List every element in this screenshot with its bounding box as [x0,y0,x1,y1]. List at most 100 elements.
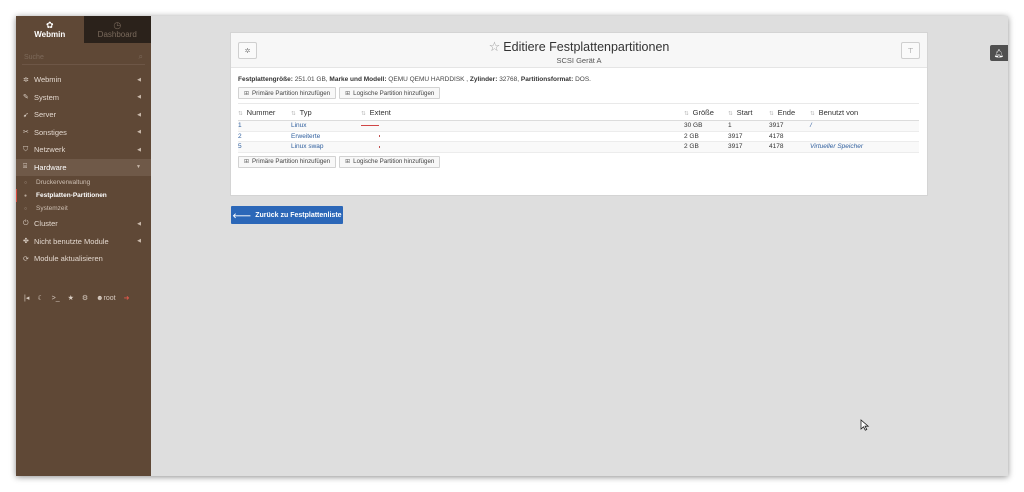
format-label: Partitionsformat: [520,76,574,83]
sidebar-toolbar: |◂ ☾ >_ ★ ⚙ ☻root ➜ [24,294,130,303]
model-label: Marke und Modell: [329,76,387,83]
cell-type[interactable]: Linux swap [291,141,361,153]
column-header-benutzt-von[interactable]: ⇅ Benutzt von [810,103,919,121]
cell-used-by [810,131,919,142]
page-title: ☆ Editiere Festplattenpartitionen [231,33,927,55]
cell-end: 3917 [769,120,810,132]
circle-icon: ○ [24,205,28,212]
cell-start: 1 [728,120,769,132]
cell-start: 3917 [728,141,769,153]
sidebar: ✿ Webmin ◷ Dashboard Suche ⌕ ✲ Webmin ◀ … [16,16,151,476]
notifications-button[interactable]: 🔔︎ [990,45,1008,61]
sort-icon: ⇅ [728,110,733,117]
tab-dashboard-label: Dashboard [97,30,137,39]
table-row: 5 Linux swap 2 GB 3917 4178 Virtueller S… [238,141,919,153]
sidebar-item-nicht-benutzte-module[interactable]: ✤ Nicht benutzte Module ◀ [16,233,151,251]
cell-end: 4178 [769,131,810,142]
logout-icon[interactable]: ➜ [124,294,130,302]
cell-number[interactable]: 5 [238,141,291,153]
cell-size: 2 GB [684,131,728,142]
sidebar-item-webmin[interactable]: ✲ Webmin ◀ [16,71,151,89]
plus-square-icon: ⊞ [244,159,250,165]
cell-type[interactable]: Linux [291,120,361,132]
cell-type[interactable]: Erweiterte [291,131,361,142]
wrench-icon: ✎ [23,94,29,102]
star-icon[interactable]: ★ [68,294,74,302]
filter-button[interactable]: ⊤ [901,42,920,59]
add-logical-partition-button[interactable]: ⊞ Logische Partition hinzufügen [339,87,441,99]
model-value: QEMU QEMU HARDDISK , [388,76,469,83]
search-input[interactable]: Suche [24,54,44,61]
column-header-label: Größe [692,107,714,117]
cell-used-by[interactable]: Virtueller Speicher [810,141,919,153]
sidebar-item-label: Server [34,110,57,120]
extent-bar [379,135,380,138]
column-header-label: Ende [777,107,796,117]
tab-dashboard[interactable]: ◷ Dashboard [83,16,151,43]
plus-square-icon: ⊞ [345,159,351,165]
sidebar-subitem-druckerverwaltung[interactable]: ○ Druckerverwaltung [16,176,151,189]
column-header-groesse[interactable]: ⇅ Größe [684,103,728,121]
sidebar-item-netzwerk[interactable]: ⛉ Netzwerk ◀ [16,141,151,159]
button-label: Logische Partition hinzufügen [353,89,435,97]
column-header-extent[interactable]: ⇅ Extent [361,103,684,121]
circle-icon: ○ [24,179,28,186]
tab-webmin[interactable]: ✿ Webmin [16,16,84,43]
column-header-typ[interactable]: ⇅ Typ [291,103,361,121]
format-value: DOS. [575,76,591,83]
sort-icon: ⇅ [810,110,815,117]
cylinder-value: 32768, [499,76,520,83]
sidebar-item-module-aktualisieren[interactable]: ⟳ Module aktualisieren [16,250,151,268]
cell-start: 3917 [728,131,769,142]
plus-square-icon: ⊞ [244,90,250,97]
content-panel: ✲ ☆ Editiere Festplattenpartitionen SCSI … [230,32,928,196]
column-header-nummer[interactable]: ⇅ Nummer [238,103,291,121]
cell-size: 30 GB [684,120,728,132]
filter-icon: ⊤ [907,47,914,55]
table-row: 2 Erweiterte 2 GB 3917 4178 [238,131,919,142]
refresh-icon: ⟳ [23,255,29,263]
button-row-bottom: ⊞ Primäre Partition hinzufügen ⊞ Logisch… [238,155,927,168]
page-title-text: Editiere Festplattenpartitionen [503,40,670,54]
caret-left-icon: ◀ [137,94,141,101]
tools-icon: ✂ [23,129,29,137]
cell-end: 4178 [769,141,810,153]
disk-info: Festplattengröße: 251.01 GB, Marke und M… [238,76,927,83]
sidebar-item-label: Cluster [34,219,58,229]
back-to-disk-list-button[interactable]: 🡐 Zurück zu Festplattenliste [231,206,343,224]
caret-left-icon: ◀ [137,111,141,118]
cell-number[interactable]: 1 [238,120,291,132]
sidebar-search[interactable]: Suche ⌕ [22,51,145,65]
module-config-button[interactable]: ✲ [238,42,257,59]
sidebar-toggle-icon[interactable]: |◂ [24,294,29,302]
add-logical-partition-button[interactable]: ⊞ Logische Partition hinzufügen [339,155,441,168]
sort-icon: ⇅ [291,110,296,117]
sidebar-subitem-label: Druckerverwaltung [36,179,91,186]
caret-left-icon: ◀ [137,238,141,245]
sidebar-item-cluster[interactable]: ⏻ Cluster ◀ [16,215,151,233]
night-mode-icon[interactable]: ☾ [37,294,43,302]
add-primary-partition-button[interactable]: ⊞ Primäre Partition hinzufügen [238,87,337,99]
user-menu[interactable]: ☻root [96,295,115,302]
column-header-ende[interactable]: ⇅ Ende [769,103,810,121]
user-label: root [103,294,116,302]
cell-used-by: / [810,120,919,132]
cell-number[interactable]: 2 [238,131,291,142]
column-header-label: Nummer [246,107,276,117]
sort-icon: ⇅ [684,110,689,117]
sidebar-subitem-systemzeit[interactable]: ○ Systemzeit [16,202,151,215]
sidebar-item-hardware[interactable]: ⌸ Hardware ▼ [16,158,151,176]
button-label: Primäre Partition hinzufügen [252,158,331,165]
cylinder-label: Zylinder: [469,76,498,83]
button-label: Logische Partition hinzufügen [353,158,435,165]
sidebar-item-sonstiges[interactable]: ✂ Sonstiges ◀ [16,124,151,142]
add-primary-partition-button[interactable]: ⊞ Primäre Partition hinzufügen [238,155,337,168]
terminal-icon[interactable]: >_ [52,295,60,302]
page-subtitle: SCSI Gerät A [556,56,602,65]
column-header-start[interactable]: ⇅ Start [728,103,769,121]
favorite-star-icon[interactable]: ☆ [489,39,501,54]
sidebar-subitem-festplatten-partitionen[interactable]: ● Festplatten-Partitionen [16,189,151,202]
settings-icon[interactable]: ⚙ [82,294,88,302]
sidebar-item-system[interactable]: ✎ System ◀ [16,89,151,107]
sidebar-item-server[interactable]: ➹ Server ◀ [16,106,151,124]
